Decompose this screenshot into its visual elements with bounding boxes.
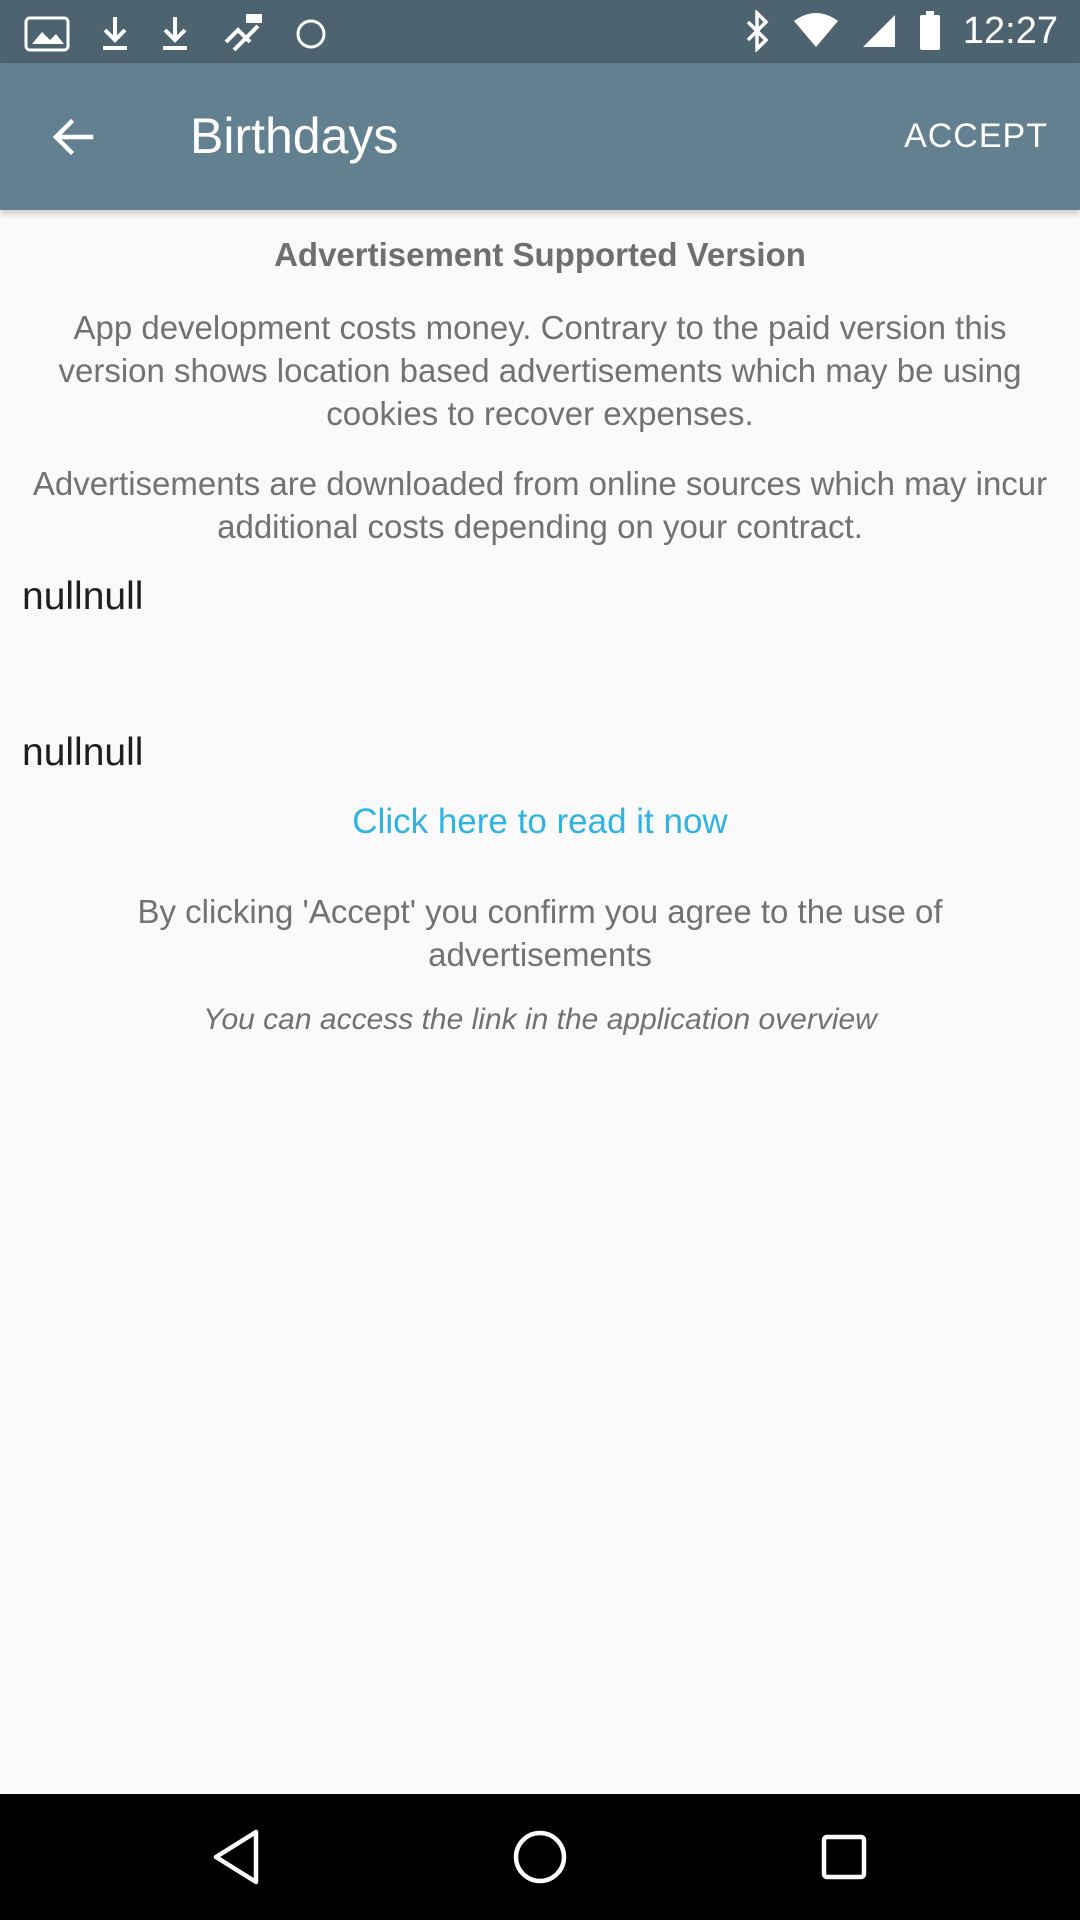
nav-back-button[interactable]	[186, 1816, 286, 1898]
null-text-1: nullnull	[22, 575, 144, 618]
nav-recents-icon	[821, 1834, 867, 1880]
cellular-signal-icon	[862, 15, 895, 47]
wifi-icon	[793, 13, 838, 47]
section-heading: Advertisement Supported Version	[274, 236, 806, 273]
circle-icon	[296, 19, 326, 49]
nav-home-button[interactable]	[490, 1816, 590, 1898]
overview-note: You can access the link in the applicati…	[203, 1003, 877, 1036]
cost-explanation-text: App development costs money. Contrary to…	[58, 309, 1022, 432]
accept-button[interactable]: ACCEPT	[904, 107, 1048, 165]
bluetooth-icon	[746, 10, 769, 52]
fake-gps-icon	[224, 14, 262, 52]
image-icon	[24, 16, 70, 52]
page-title: Birthdays	[190, 108, 399, 164]
battery-icon	[919, 11, 940, 50]
nav-back-icon	[213, 1829, 259, 1885]
null-text-2: nullnull	[22, 731, 144, 774]
accept-confirmation-text: By clicking 'Accept' you confirm you agr…	[137, 893, 943, 973]
ad-consent-content: Advertisement Supported Version App deve…	[0, 210, 1080, 1794]
status-bar: 12:27	[0, 0, 1080, 63]
status-system: 12:27	[745, 8, 1058, 54]
navigation-bar	[0, 1794, 1080, 1920]
read-now-link[interactable]: Click here to read it now	[0, 800, 1080, 844]
arrow-back-icon	[52, 118, 94, 156]
app-bar: Birthdays ACCEPT	[0, 63, 1080, 210]
status-time: 12:27	[962, 10, 1058, 52]
nav-recents-button[interactable]	[794, 1816, 894, 1898]
download-icon	[163, 17, 187, 50]
download-cost-text: Advertisements are downloaded from onlin…	[32, 465, 1048, 545]
status-notifications	[24, 12, 328, 56]
nav-home-icon	[513, 1830, 567, 1884]
back-button[interactable]	[28, 101, 118, 173]
download-icon	[103, 17, 127, 50]
